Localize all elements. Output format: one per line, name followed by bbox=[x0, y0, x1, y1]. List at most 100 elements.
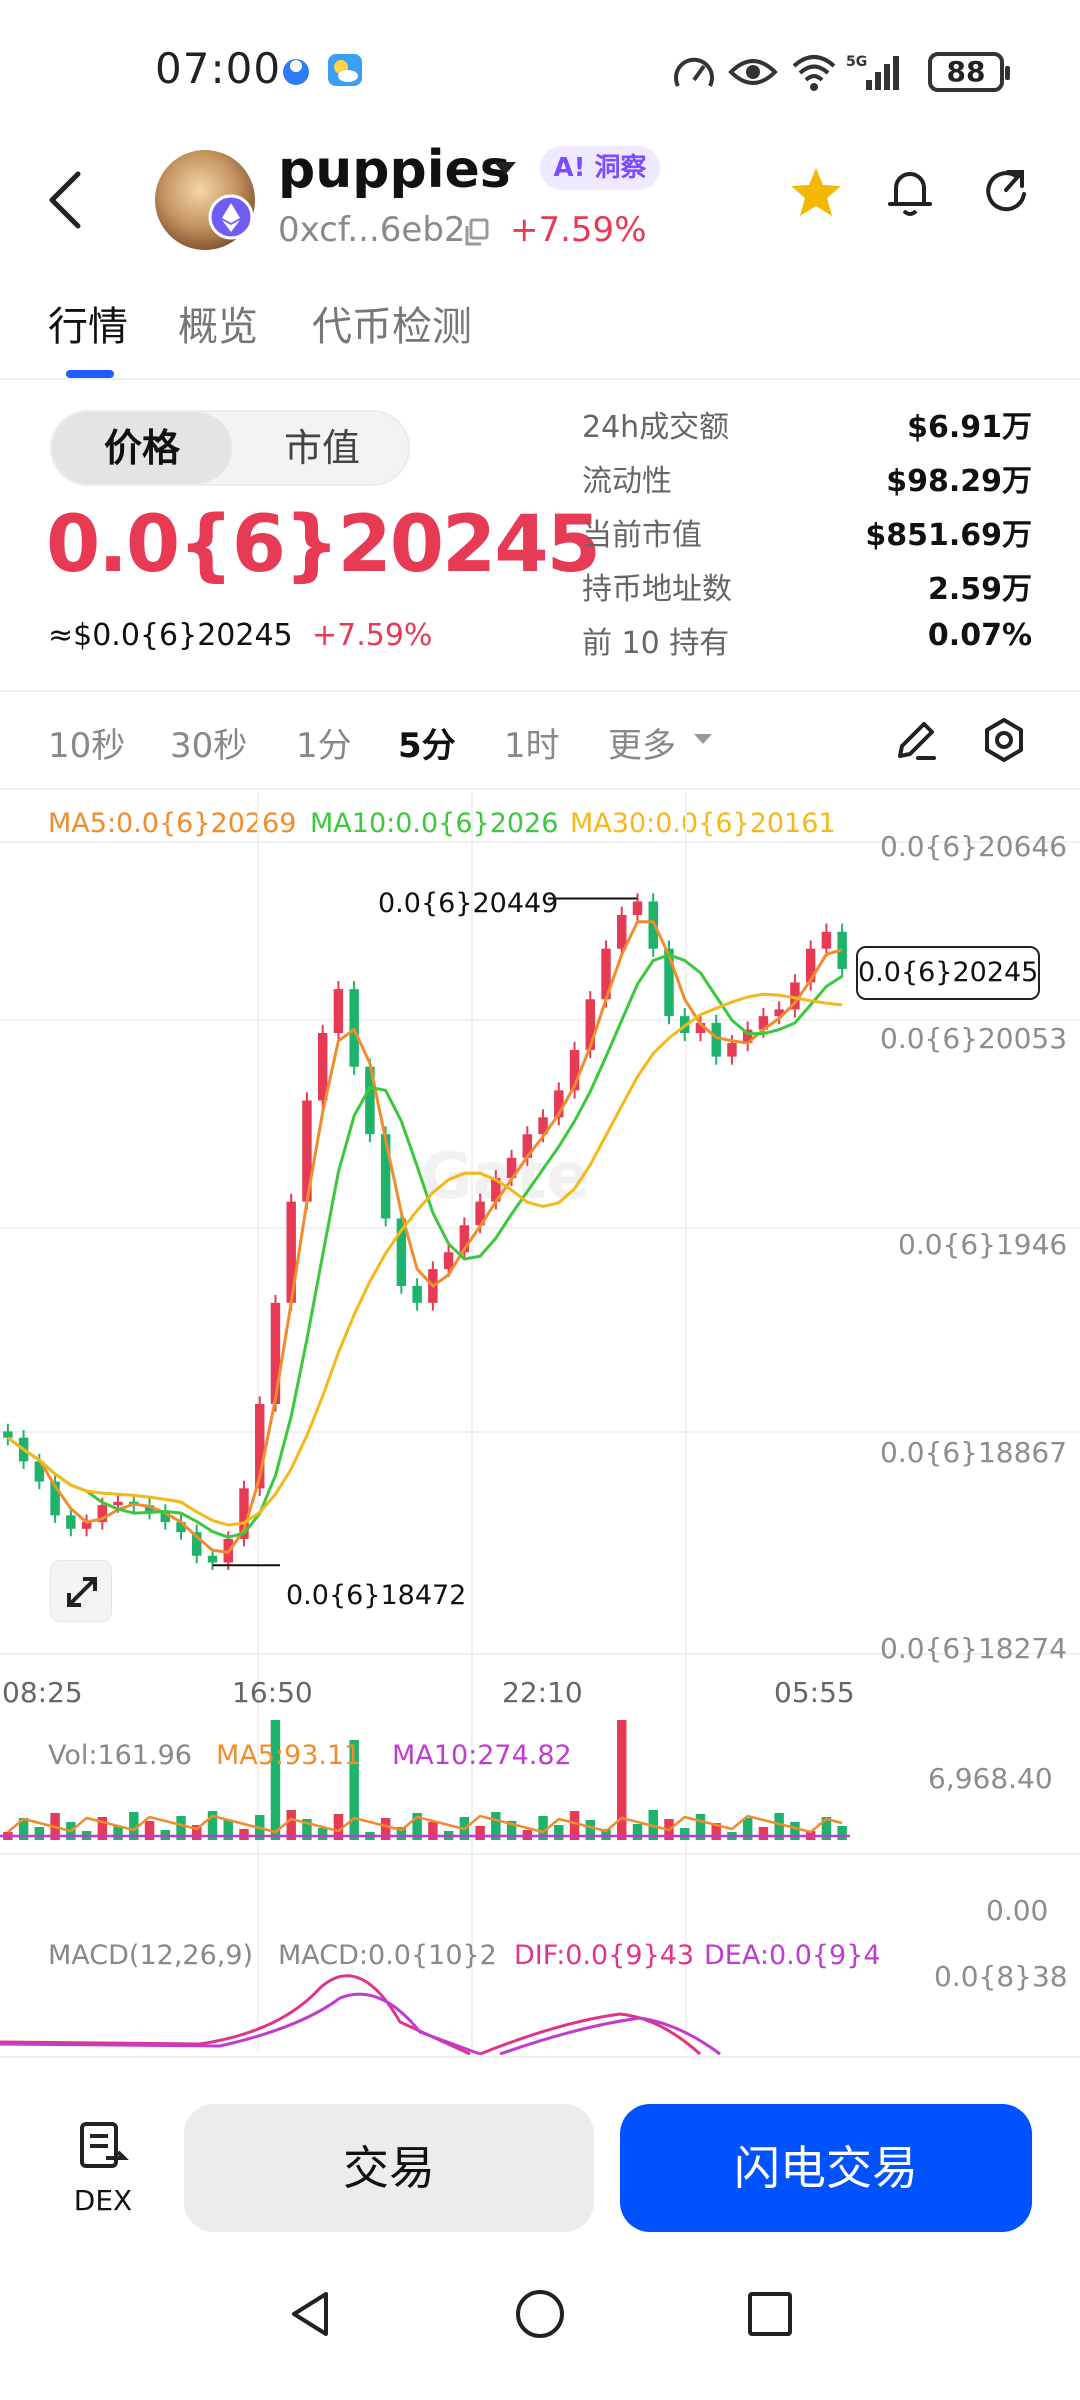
stat-value: $6.91万 bbox=[907, 410, 1032, 445]
toggle-market-cap[interactable]: 市值 bbox=[232, 412, 412, 484]
volume-bar bbox=[680, 1828, 690, 1840]
volume-bar bbox=[554, 1825, 564, 1840]
contract-address: 0xcf...6eb2 bbox=[278, 210, 466, 250]
nav-back-icon[interactable] bbox=[282, 2286, 338, 2342]
stat-label: 24h成交额 bbox=[582, 410, 730, 445]
high-price-label: 0.0{6}20449 bbox=[378, 888, 559, 919]
token-name[interactable]: puppies bbox=[278, 140, 511, 200]
macd-max-label: 0.0{8}38 bbox=[934, 1960, 1068, 1993]
detail-tabs: 行情 概览 代币检测 bbox=[0, 280, 1080, 380]
ma30-line bbox=[6, 992, 843, 1527]
macd-lines bbox=[0, 1974, 721, 2056]
wifi-icon bbox=[792, 55, 836, 91]
candles bbox=[3, 893, 847, 1571]
volume-bar bbox=[270, 1720, 281, 1840]
dex-icon bbox=[80, 2122, 129, 2168]
interval-10s[interactable]: 10秒 bbox=[48, 718, 125, 767]
low-price-label: 0.0{6}18472 bbox=[286, 1580, 467, 1611]
speed-gauge-icon bbox=[674, 57, 714, 87]
candle-body bbox=[113, 1501, 123, 1506]
volume-bar bbox=[758, 1827, 769, 1840]
current-price: 0.0{6}20245 bbox=[46, 500, 601, 590]
tab-overview[interactable]: 概览 bbox=[178, 294, 258, 352]
copy-icon[interactable] bbox=[465, 218, 489, 246]
toggle-price[interactable]: 价格 bbox=[52, 412, 232, 484]
nav-recents-icon[interactable] bbox=[742, 2286, 798, 2342]
candle-body bbox=[727, 1043, 737, 1057]
share-icon[interactable] bbox=[978, 164, 1034, 220]
y-axis-label: 0.0{6}20053 bbox=[880, 1022, 1068, 1055]
interval-1h[interactable]: 1时 bbox=[504, 718, 560, 767]
expand-icon bbox=[67, 1577, 97, 1607]
system-nav-bar bbox=[0, 2256, 1080, 2400]
macd-dif: DIF:0.0{9}43 bbox=[514, 1940, 695, 1971]
trade-button[interactable]: 交易 bbox=[184, 2104, 594, 2232]
eye-comfort-icon bbox=[728, 59, 778, 85]
battery-indicator: 88 bbox=[928, 52, 1010, 92]
volume-ma10-legend: MA10:274.82 bbox=[392, 1740, 572, 1771]
candle-body bbox=[412, 1285, 422, 1303]
favorite-star-icon[interactable] bbox=[788, 164, 844, 220]
y-axis-label: 0.0{6}20646 bbox=[880, 830, 1068, 863]
divider bbox=[0, 690, 1080, 692]
status-bar: 07:00 5G 88 bbox=[0, 0, 1080, 140]
stat-label: 前 10 持有 bbox=[582, 626, 730, 661]
stat-row: 持币地址数 2.59万 bbox=[582, 564, 1032, 618]
tab-market[interactable]: 行情 bbox=[48, 294, 128, 352]
candle-body bbox=[270, 1302, 281, 1405]
interval-1m[interactable]: 1分 bbox=[296, 718, 352, 767]
stat-label: 当前市值 bbox=[582, 518, 702, 553]
tab-active-indicator bbox=[66, 370, 114, 378]
price-marketcap-toggle: 价格 市值 bbox=[50, 410, 410, 486]
volume-bar bbox=[239, 1829, 249, 1840]
nav-home-icon[interactable] bbox=[512, 2286, 568, 2342]
more-caret-icon[interactable] bbox=[694, 734, 712, 744]
weather-icon bbox=[328, 54, 362, 86]
volume-bar bbox=[632, 1824, 643, 1840]
stat-label: 持币地址数 bbox=[582, 572, 732, 607]
fullscreen-button[interactable] bbox=[50, 1560, 112, 1622]
ai-insight-chip[interactable]: A! 洞察 bbox=[540, 146, 660, 190]
chart-settings-icon[interactable] bbox=[980, 716, 1028, 764]
stat-label: 流动性 bbox=[582, 464, 672, 499]
candle-body bbox=[632, 901, 643, 915]
volume-max-label: 6,968.40 bbox=[928, 1762, 1053, 1795]
stat-row: 流动性 $98.29万 bbox=[582, 456, 1032, 510]
dex-label: DEX bbox=[73, 2184, 133, 2217]
flash-trade-button[interactable]: 闪电交易 bbox=[620, 2104, 1032, 2232]
macd-value: MACD:0.0{10}2 bbox=[278, 1940, 497, 1971]
candle-body bbox=[711, 1022, 721, 1057]
status-time: 07:00 bbox=[155, 44, 282, 93]
candle-body bbox=[66, 1515, 76, 1529]
alert-bell-icon[interactable] bbox=[884, 164, 936, 220]
token-header: puppies A! 洞察 0xcf...6eb2 +7.59% bbox=[0, 140, 1080, 270]
back-arrow-icon[interactable] bbox=[44, 168, 88, 232]
interval-5m[interactable]: 5分 bbox=[398, 718, 456, 767]
action-bar: DEX 交易 闪电交易 bbox=[0, 2056, 1080, 2256]
token-stats: 24h成交额 $6.91万 流动性 $98.29万 当前市值 $851.69万 持币地… bbox=[582, 402, 1032, 672]
cell-signal-icon: 5G bbox=[846, 54, 899, 90]
ethereum-chain-icon bbox=[208, 194, 254, 240]
interval-more[interactable]: 更多 bbox=[608, 718, 676, 767]
token-switch-caret-icon[interactable] bbox=[494, 162, 516, 175]
candle-body bbox=[617, 914, 627, 949]
usd-price: ≈$0.0{6}20245 bbox=[48, 618, 293, 653]
macd-dea: DEA:0.0{9}4 bbox=[704, 1940, 881, 1971]
draw-pen-icon[interactable] bbox=[892, 716, 940, 764]
notification-app-icon bbox=[283, 59, 309, 85]
volume-bar bbox=[317, 1828, 328, 1840]
tab-token-check[interactable]: 代币检测 bbox=[312, 294, 472, 352]
volume-ma5-legend: MA5:93.11 bbox=[216, 1740, 362, 1771]
candle-body bbox=[3, 1431, 13, 1438]
svg-text:5G: 5G bbox=[846, 54, 867, 70]
y-axis-label: 0.0{6}1946 bbox=[898, 1228, 1068, 1261]
stat-value: $851.69万 bbox=[865, 518, 1032, 553]
volume-legend: Vol:161.96 bbox=[48, 1740, 192, 1771]
interval-30s[interactable]: 30秒 bbox=[170, 718, 247, 767]
candle-body bbox=[821, 931, 832, 949]
dex-button[interactable]: DEX bbox=[68, 2118, 138, 2217]
x-axis-label: 05:55 bbox=[774, 1676, 855, 1709]
volume-bars bbox=[0, 1720, 850, 1840]
high-low-markers bbox=[212, 897, 638, 1567]
x-axis-label: 08:25 bbox=[2, 1676, 83, 1709]
